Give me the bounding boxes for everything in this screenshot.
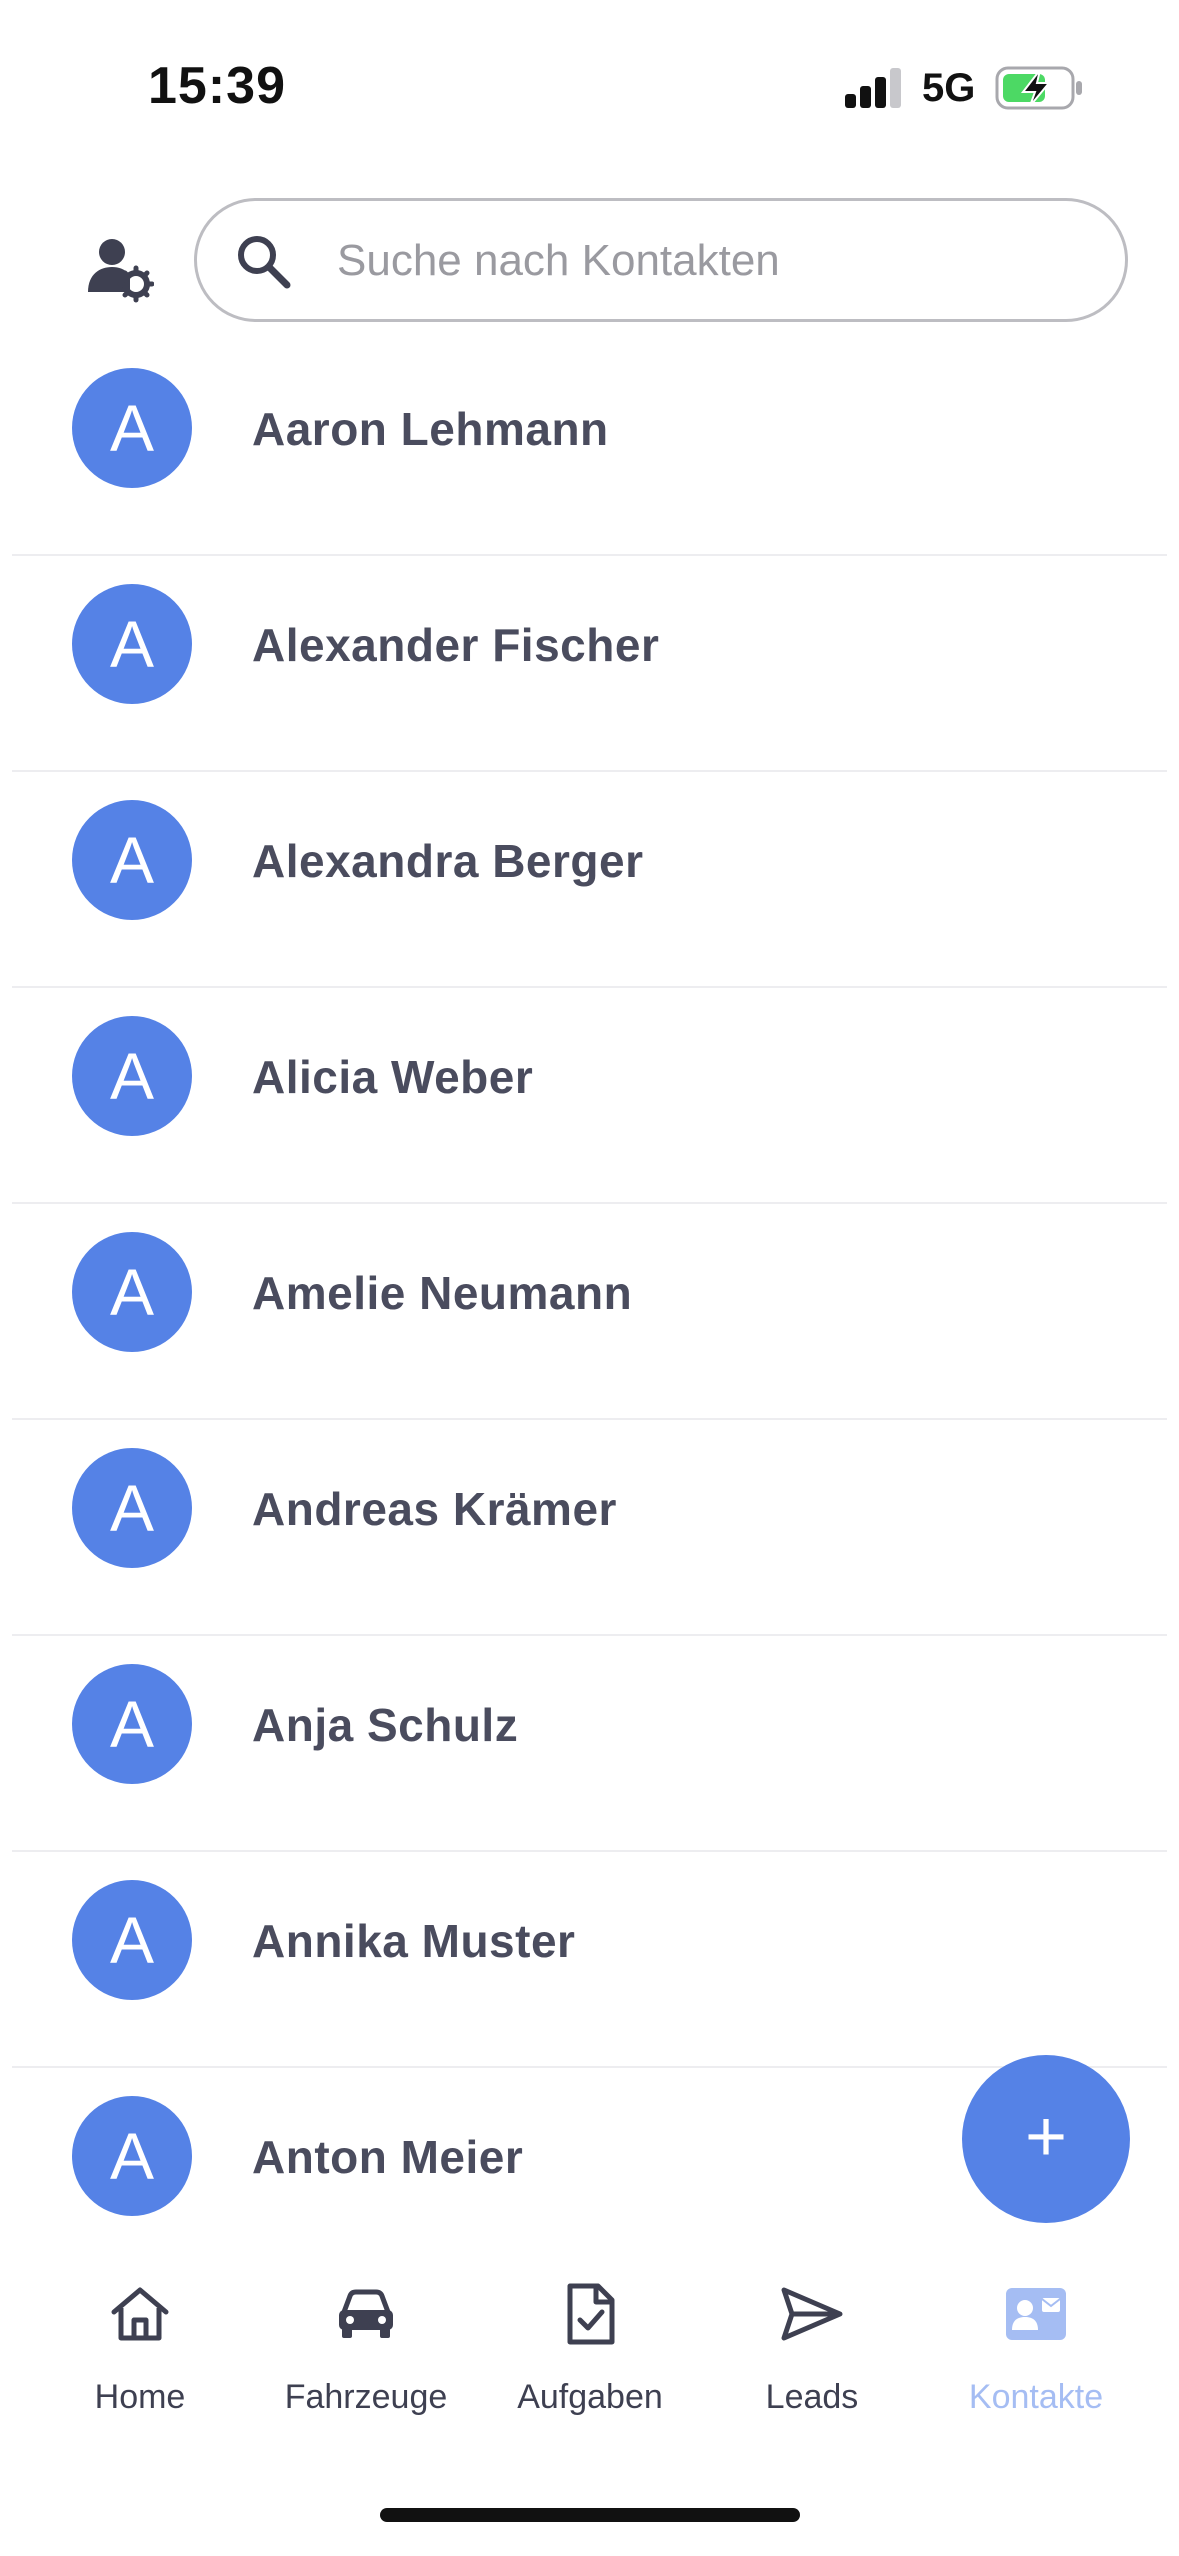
avatar: A <box>72 368 192 488</box>
contact-card-icon <box>1006 2288 1066 2340</box>
contact-row[interactable]: A Andreas Krämer <box>12 1420 1167 1636</box>
contact-name: Alexander Fischer <box>252 619 660 671</box>
tab-kontakte[interactable]: Kontakte <box>936 2260 1136 2470</box>
bottom-tab-bar: Home Fahrzeuge Aufgaben Leads Kontakte <box>0 2260 1179 2470</box>
contact-list: A Aaron Lehmann A Alexander Fischer A Alexand… <box>12 340 1167 2260</box>
add-contact-button[interactable]: + <box>962 2055 1130 2223</box>
contact-name: Annika Muster <box>252 1915 576 1967</box>
search-bar[interactable] <box>194 198 1128 322</box>
contact-name: Alicia Weber <box>252 1051 534 1103</box>
cellular-signal-icon <box>845 68 903 108</box>
contact-row[interactable]: A Alexandra Berger <box>12 772 1167 988</box>
tab-fahrzeuge-label: Fahrzeuge <box>284 2378 448 2416</box>
avatar: A <box>72 1232 192 1352</box>
avatar: A <box>72 2096 192 2216</box>
battery-charging-icon <box>995 66 1082 110</box>
send-icon <box>781 2287 843 2341</box>
avatar: A <box>72 1016 192 1136</box>
search-icon <box>238 236 291 289</box>
home-icon <box>111 2287 169 2341</box>
tab-aufgaben-label: Aufgaben <box>517 2378 663 2416</box>
status-time: 15:39 <box>148 57 286 115</box>
contact-name: Anja Schulz <box>252 1699 519 1751</box>
status-bar: 15:39 5G <box>0 0 1179 170</box>
tab-leads-label: Leads <box>765 2378 859 2416</box>
contact-row[interactable]: A Anja Schulz <box>12 1636 1167 1852</box>
contact-row[interactable]: A Aaron Lehmann <box>12 340 1167 556</box>
network-type: 5G <box>922 66 976 110</box>
tab-leads[interactable]: Leads <box>712 2260 912 2470</box>
search-header <box>0 190 1179 330</box>
user-settings-icon[interactable] <box>84 234 154 304</box>
contact-name: Alexandra Berger <box>252 835 644 887</box>
tab-fahrzeuge[interactable]: Fahrzeuge <box>266 2260 466 2470</box>
tab-aufgaben[interactable]: Aufgaben <box>490 2260 690 2470</box>
avatar: A <box>72 1664 192 1784</box>
avatar: A <box>72 800 192 920</box>
contact-row[interactable]: A Annika Muster <box>12 1852 1167 2068</box>
avatar: A <box>72 1880 192 2000</box>
contact-name: Anton Meier <box>252 2131 524 2183</box>
tab-home-label: Home <box>94 2378 186 2416</box>
car-icon <box>339 2289 393 2338</box>
tab-home[interactable]: Home <box>40 2260 240 2470</box>
search-input[interactable] <box>337 225 1077 297</box>
contact-name: Amelie Neumann <box>252 1267 633 1319</box>
contact-row[interactable]: A Alicia Weber <box>12 988 1167 1204</box>
contact-name: Aaron Lehmann <box>252 403 609 455</box>
contact-name: Andreas Krämer <box>252 1483 617 1535</box>
task-document-icon <box>567 2283 615 2345</box>
contacts-screen: 15:39 5G Suche nach Kontakten A Aaron Le… <box>0 0 1179 2556</box>
contact-row[interactable]: A Alexander Fischer <box>12 556 1167 772</box>
avatar: A <box>72 584 192 704</box>
contact-row[interactable]: A Amelie Neumann <box>12 1204 1167 1420</box>
tab-kontakte-label: Kontakte <box>968 2378 1104 2416</box>
home-indicator[interactable] <box>380 2508 800 2522</box>
plus-icon: + <box>1024 2097 1068 2177</box>
avatar: A <box>72 1448 192 1568</box>
